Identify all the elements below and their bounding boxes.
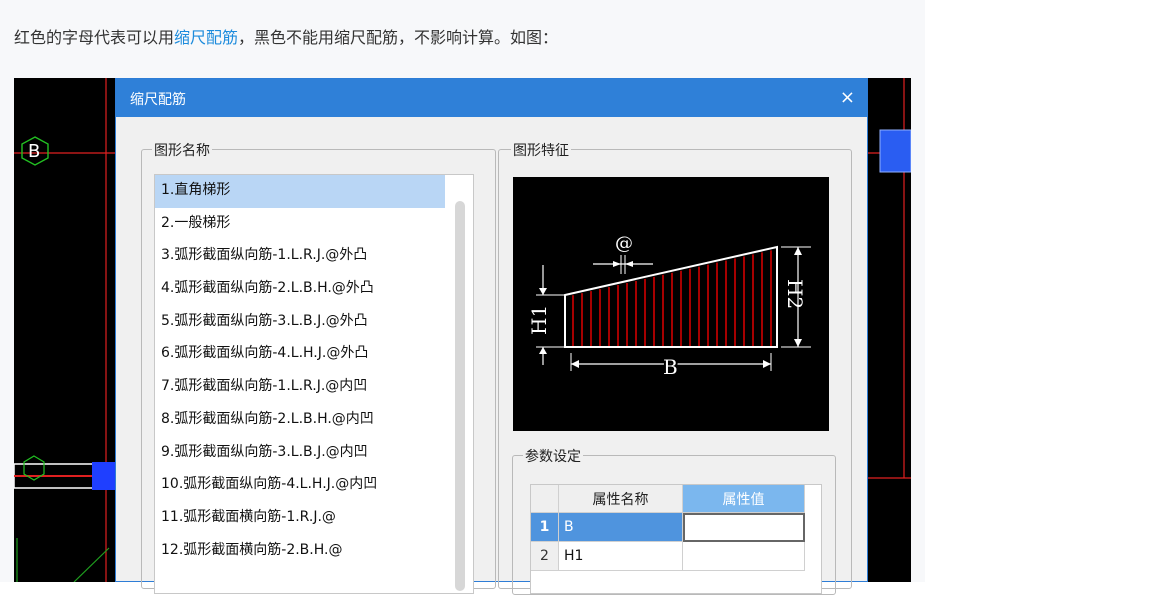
shape-list-item[interactable]: 8.弧形截面纵向筋-2.L.B.H.@内凹 (155, 404, 473, 437)
shape-list-item[interactable]: 9.弧形截面纵向筋-3.L.B.J.@内凹 (155, 437, 473, 470)
intro-text: 红色的字母代表可以用缩尺配筋，黑色不能用缩尺配筋，不影响计算。如图： (14, 24, 558, 48)
col-header-name[interactable]: 属性名称 (559, 485, 683, 513)
param-group-title: 参数设定 (523, 446, 583, 466)
row-number[interactable]: 1 (531, 513, 559, 542)
grid-corner (531, 485, 559, 513)
shape-list-item[interactable]: 11.弧形截面横向筋-1.R.J.@ (155, 502, 473, 535)
rebar-lines (572, 250, 772, 346)
shape-list-item[interactable]: 7.弧形截面纵向筋-1.L.R.J.@内凹 (155, 371, 473, 404)
shape-list-item[interactable]: 12.弧形截面横向筋-2.B.H.@ (155, 535, 473, 568)
shape-list-item[interactable]: 5.弧形截面纵向筋-3.L.B.J.@外凸 (155, 306, 473, 339)
scaled-rebar-link[interactable]: 缩尺配筋 (174, 28, 238, 47)
col-header-value[interactable]: 属性值 (683, 485, 805, 513)
trapezoid-outline (564, 245, 778, 348)
label-spacing: @ (615, 233, 633, 254)
dialog-title: 缩尺配筋 (130, 92, 186, 108)
intro-after: ，黑色不能用缩尺配筋，不影响计算。如图： (238, 28, 559, 47)
label-h2: H2 (783, 279, 807, 309)
scaled-rebar-dialog: 缩尺配筋 × 图形名称 1.直角梯形 2.一般梯形 3.弧形截面纵向筋-1.L.R.… (115, 78, 868, 595)
green-diagonal (73, 547, 110, 582)
label-h1: H1 (527, 305, 551, 335)
shape-name-group-title: 图形名称 (152, 140, 212, 160)
column-block-right (879, 129, 911, 173)
shape-list-item[interactable]: 2.一般梯形 (155, 208, 473, 241)
row-number[interactable]: 2 (531, 542, 559, 571)
shape-list-item[interactable]: 10.弧形截面纵向筋-4.L.H.J.@内凹 (155, 469, 473, 502)
axis-label-b: B (28, 141, 41, 162)
param-grid[interactable]: 属性名称 属性值 1 B 2 H1 (530, 484, 822, 594)
dialog-titlebar[interactable]: 缩尺配筋 × (116, 79, 867, 117)
beam-end-block (92, 462, 116, 490)
row-value-input[interactable] (683, 513, 805, 542)
shape-list[interactable]: 1.直角梯形 2.一般梯形 3.弧形截面纵向筋-1.L.R.J.@外凸 4.弧形截面纵… (154, 174, 474, 594)
intro-before: 红色的字母代表可以用 (14, 28, 175, 47)
shape-list-item[interactable]: 1.直角梯形 (155, 175, 445, 208)
shape-list-item[interactable]: 3.弧形截面纵向筋-1.L.R.J.@外凸 (155, 240, 473, 273)
label-b: B (663, 355, 678, 379)
shape-list-scrollbar[interactable] (455, 201, 465, 591)
shape-list-item[interactable]: 6.弧形截面纵向筋-4.L.H.J.@外凸 (155, 338, 473, 371)
row-value-input[interactable] (683, 542, 805, 571)
shape-preview-diagram: @ H1 H2 B (513, 177, 829, 431)
row-name-cell[interactable]: B (559, 513, 683, 542)
row-name-cell[interactable]: H1 (559, 542, 683, 571)
shape-feature-group-title: 图形特征 (511, 140, 571, 160)
shape-list-item[interactable]: 4.弧形截面纵向筋-2.L.B.H.@外凸 (155, 273, 473, 306)
close-icon[interactable]: × (840, 87, 855, 108)
